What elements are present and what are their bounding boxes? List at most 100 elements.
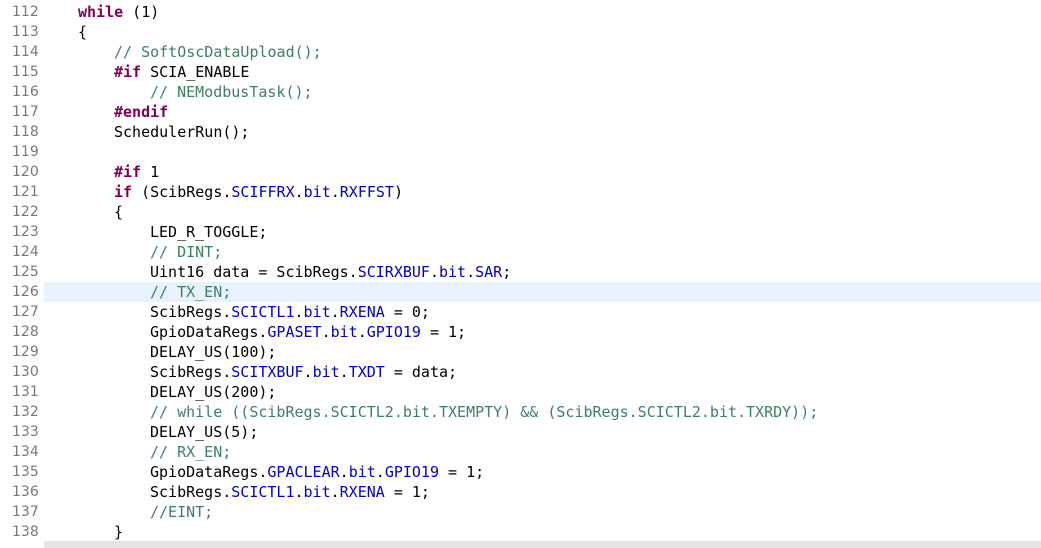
line-number[interactable]: 125: [0, 262, 44, 282]
code-line[interactable]: 112 while (1): [0, 2, 1041, 22]
line-number[interactable]: 120: [0, 162, 44, 182]
line-number[interactable]: 128: [0, 322, 44, 342]
code-text[interactable]: DELAY_US(100);: [150, 342, 276, 362]
code-line[interactable]: 137 //EINT;: [0, 502, 1041, 522]
code-line[interactable]: 134 // RX_EN;: [0, 442, 1041, 462]
comment-token: // DINT;: [150, 243, 223, 261]
line-number[interactable]: 119: [0, 142, 44, 162]
code-line[interactable]: 135 GpioDataRegs.GPACLEAR.bit.GPIO19 = 1;: [0, 462, 1041, 482]
text-token: .: [357, 323, 367, 341]
text-token: .: [330, 483, 340, 501]
code-text[interactable]: // NEModbusTask();: [150, 82, 313, 102]
code-text[interactable]: GpioDataRegs.GPASET.bit.GPIO19 = 1;: [150, 322, 466, 342]
code-line[interactable]: 118 SchedulerRun();: [0, 122, 1041, 142]
line-number[interactable]: 117: [0, 102, 44, 122]
code-line[interactable]: 129 DELAY_US(100);: [0, 342, 1041, 362]
line-number[interactable]: 124: [0, 242, 44, 262]
code-line[interactable]: 130 ScibRegs.SCITXBUF.bit.TXDT = data;: [0, 362, 1041, 382]
text-token: GpioDataRegs.: [150, 323, 268, 341]
text-token: ScibRegs.: [150, 303, 232, 321]
code-line[interactable]: 126 // TX_EN;: [0, 282, 1041, 302]
line-number[interactable]: 138: [0, 522, 44, 542]
code-line[interactable]: 119: [0, 142, 1041, 162]
line-number[interactable]: 113: [0, 22, 44, 42]
line-number[interactable]: 121: [0, 182, 44, 202]
line-number[interactable]: 116: [0, 82, 44, 102]
code-line[interactable]: 132 // while ((ScibRegs.SCICTL2.bit.TXEMP…: [0, 402, 1041, 422]
line-number[interactable]: 112: [0, 2, 44, 22]
horizontal-scrollbar[interactable]: [44, 541, 1041, 548]
code-text[interactable]: DELAY_US(200);: [150, 382, 276, 402]
code-line[interactable]: 115 #if SCIA_ENABLE: [0, 62, 1041, 82]
code-line[interactable]: 138}: [0, 522, 1041, 542]
code-text[interactable]: // DINT;: [150, 242, 222, 262]
code-text[interactable]: while (1): [78, 2, 159, 22]
text-token: = 0;: [384, 303, 430, 321]
line-number[interactable]: 122: [0, 202, 44, 222]
code-line[interactable]: 136 ScibRegs.SCICTL1.bit.RXENA = 1;: [0, 482, 1041, 502]
code-text[interactable]: SchedulerRun();: [114, 122, 249, 142]
code-editor[interactable]: 112 while (1) 113 {114 // SoftOscDataUpload(…: [0, 0, 1041, 548]
code-text[interactable]: ScibRegs.SCITXBUF.bit.TXDT = data;: [150, 362, 457, 382]
code-text[interactable]: DELAY_US(5);: [150, 422, 258, 442]
code-text[interactable]: // SoftOscDataUpload();: [114, 42, 322, 62]
code-text[interactable]: // while ((ScibRegs.SCICTL2.bit.TXEMPTY)…: [150, 402, 818, 422]
text-token: ScibRegs.: [150, 483, 232, 501]
code-text[interactable]: {: [78, 22, 87, 42]
code-text[interactable]: ScibRegs.SCICTL1.bit.RXENA = 1;: [150, 482, 430, 502]
line-number[interactable]: 137: [0, 502, 44, 522]
line-number[interactable]: 135: [0, 462, 44, 482]
comment-token: // TX_EN;: [150, 283, 232, 301]
line-number[interactable]: 130: [0, 362, 44, 382]
line-number[interactable]: 118: [0, 122, 44, 142]
field-token: GPASET: [267, 323, 322, 341]
code-text[interactable]: Uint16 data = ScibRegs.SCIRXBUF.bit.SAR;: [150, 262, 511, 282]
code-text[interactable]: #if SCIA_ENABLE: [114, 62, 249, 82]
line-number[interactable]: 129: [0, 342, 44, 362]
code-line[interactable]: 117 #endif: [0, 102, 1041, 122]
code-line[interactable]: 133 DELAY_US(5);: [0, 422, 1041, 442]
code-line[interactable]: 116 // NEModbusTask();: [0, 82, 1041, 102]
line-number[interactable]: 127: [0, 302, 44, 322]
line-number[interactable]: 123: [0, 222, 44, 242]
preprocessor-token: #if: [114, 163, 142, 181]
text-token: Uint16 data = ScibRegs.: [150, 263, 358, 281]
code-text[interactable]: //EINT;: [150, 502, 213, 522]
code-text[interactable]: LED_R_TOGGLE;: [150, 222, 267, 242]
code-line[interactable]: 120 #if 1: [0, 162, 1041, 182]
text-token: GpioDataRegs.: [150, 463, 268, 481]
code-text[interactable]: #endif: [114, 102, 168, 122]
code-line[interactable]: 122 {: [0, 202, 1041, 222]
field-token: TXDT: [348, 363, 385, 381]
line-number[interactable]: 115: [0, 62, 44, 82]
line-number[interactable]: 126: [0, 282, 44, 302]
line-number[interactable]: 131: [0, 382, 44, 402]
code-line[interactable]: 125 Uint16 data = ScibRegs.SCIRXBUF.bit.S…: [0, 262, 1041, 282]
code-line[interactable]: 127 ScibRegs.SCICTL1.bit.RXENA = 0;: [0, 302, 1041, 322]
code-text[interactable]: }: [114, 522, 123, 542]
field-token: bit: [303, 483, 331, 501]
line-number[interactable]: 134: [0, 442, 44, 462]
code-text[interactable]: ScibRegs.SCICTL1.bit.RXENA = 0;: [150, 302, 430, 322]
code-text[interactable]: // TX_EN;: [150, 282, 231, 302]
line-number[interactable]: 132: [0, 402, 44, 422]
text-token: SchedulerRun();: [114, 123, 250, 141]
code-text[interactable]: GpioDataRegs.GPACLEAR.bit.GPIO19 = 1;: [150, 462, 484, 482]
code-text[interactable]: #if 1: [114, 162, 159, 182]
code-line[interactable]: 123 LED_R_TOGGLE;: [0, 222, 1041, 242]
code-line[interactable]: 121 if (ScibRegs.SCIFFRX.bit.RXFFST): [0, 182, 1041, 202]
text-token: .: [339, 463, 349, 481]
code-line[interactable]: 128 GpioDataRegs.GPASET.bit.GPIO19 = 1;: [0, 322, 1041, 342]
field-token: bit: [303, 183, 331, 201]
code-text[interactable]: {: [114, 202, 123, 222]
code-line[interactable]: 124 // DINT;: [0, 242, 1041, 262]
line-number[interactable]: 133: [0, 422, 44, 442]
code-line[interactable]: 113 {: [0, 22, 1041, 42]
text-token: }: [114, 523, 124, 541]
code-line[interactable]: 131 DELAY_US(200);: [0, 382, 1041, 402]
code-text[interactable]: // RX_EN;: [150, 442, 231, 462]
line-number[interactable]: 136: [0, 482, 44, 502]
code-line[interactable]: 114 // SoftOscDataUpload();: [0, 42, 1041, 62]
code-text[interactable]: if (ScibRegs.SCIFFRX.bit.RXFFST): [114, 182, 403, 202]
line-number[interactable]: 114: [0, 42, 44, 62]
